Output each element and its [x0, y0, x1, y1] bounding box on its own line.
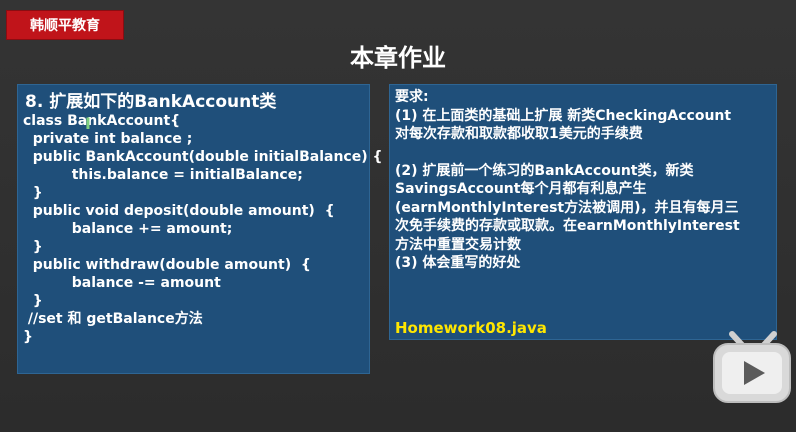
requirements-text: 要求: (1) 在上面类的基础上扩展 新类CheckingAccount 对每次… [389, 84, 777, 273]
bilibili-tv-icon[interactable] [710, 328, 794, 408]
requirement-line: (earnMonthlyInterest方法被调用)，并且有每月三 [395, 199, 739, 216]
requirement-line: 方法中重置交易计数 [395, 236, 521, 253]
requirement-line: 次免手续费的存款或取款。在earnMonthlyInterest [395, 218, 740, 234]
requirement-line [395, 144, 777, 162]
code-panel: 8. 扩展如下的BankAccount类 class BankAccount{ … [17, 84, 383, 374]
requirement-line: (2) 扩展前一个练习的BankAccount类，新类 [395, 162, 694, 179]
code-line: } [23, 185, 43, 201]
code-block: class BankAccount{ private int balance ;… [17, 112, 383, 346]
code-line: public withdraw(double amount) { [23, 257, 311, 273]
code-line: balance -= amount [23, 275, 221, 291]
homework-filename: Homework08.java [395, 319, 547, 337]
text-cursor-icon: I [85, 114, 91, 133]
requirement-line: 要求: [395, 89, 429, 105]
code-line: } [23, 239, 43, 255]
code-line: public BankAccount(double initialBalance… [23, 149, 383, 165]
code-heading: 8. 扩展如下的BankAccount类 [25, 92, 277, 112]
requirement-line: (3) 体会重写的好处 [395, 255, 521, 271]
slide: 韩顺平教育 本章作业 8. 扩展如下的BankAccount类 class Ba… [0, 0, 796, 432]
code-line: private int balance ; [23, 131, 193, 147]
requirement-line: SavingsAccount每个月都有利息产生 [395, 181, 647, 197]
slide-title: 本章作业 [350, 44, 446, 72]
brand-text: 韩顺平教育 [30, 18, 100, 34]
code-line: balance += amount; [23, 221, 233, 237]
brand-badge: 韩顺平教育 [6, 10, 124, 40]
code-line: class BankAccount{ [23, 113, 181, 129]
code-line: this.balance = initialBalance; [23, 167, 303, 183]
requirement-line: (1) 在上面类的基础上扩展 新类CheckingAccount [395, 107, 732, 124]
code-line: //set 和 getBalance方法 [23, 311, 203, 327]
code-line: public void deposit(double amount) { [23, 203, 335, 219]
code-line: } [23, 329, 33, 345]
requirement-line: 对每次存款和取款都收取1美元的手续费 [395, 126, 643, 142]
code-line: } [23, 293, 43, 309]
requirements-panel: 要求: (1) 在上面类的基础上扩展 新类CheckingAccount 对每次… [389, 84, 777, 340]
